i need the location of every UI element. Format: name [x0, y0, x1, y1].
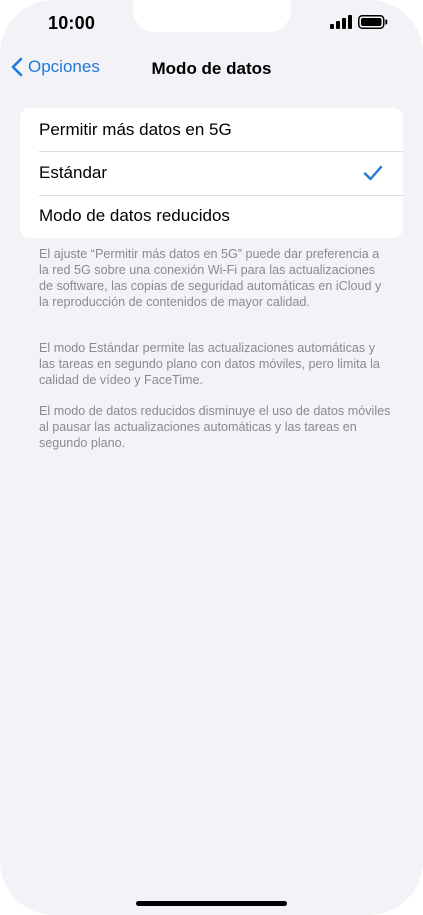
option-low-data[interactable]: Modo de datos reducidos — [20, 194, 403, 238]
description-more-data-5g: El ajuste “Permitir más datos en 5G” pue… — [39, 247, 382, 309]
status-time: 10:00 — [48, 13, 96, 33]
option-label: Estándar — [39, 162, 108, 182]
data-mode-options: Permitir más datos en 5G Estándar Modo d… — [20, 108, 403, 238]
checkmark-icon — [363, 165, 383, 181]
description-low-data: El modo de datos reducidos disminuye el … — [39, 404, 391, 450]
phone-screen: 10:00 Opciones Modo de datos Permitir má… — [0, 0, 423, 915]
status-icons — [330, 15, 388, 29]
home-indicator[interactable] — [136, 901, 287, 906]
notch — [133, 0, 291, 32]
option-label: Modo de datos reducidos — [39, 206, 230, 226]
description-standard: El modo Estándar permite las actualizaci… — [39, 341, 380, 387]
navigation-bar: Opciones Modo de datos — [0, 52, 423, 86]
cellular-signal-icon — [330, 15, 352, 29]
page-title: Modo de datos — [151, 59, 272, 78]
option-standard[interactable]: Estándar — [20, 151, 403, 194]
option-more-data-5g[interactable]: Permitir más datos en 5G — [20, 108, 403, 151]
battery-icon — [358, 15, 388, 29]
option-label: Permitir más datos en 5G — [39, 119, 232, 139]
